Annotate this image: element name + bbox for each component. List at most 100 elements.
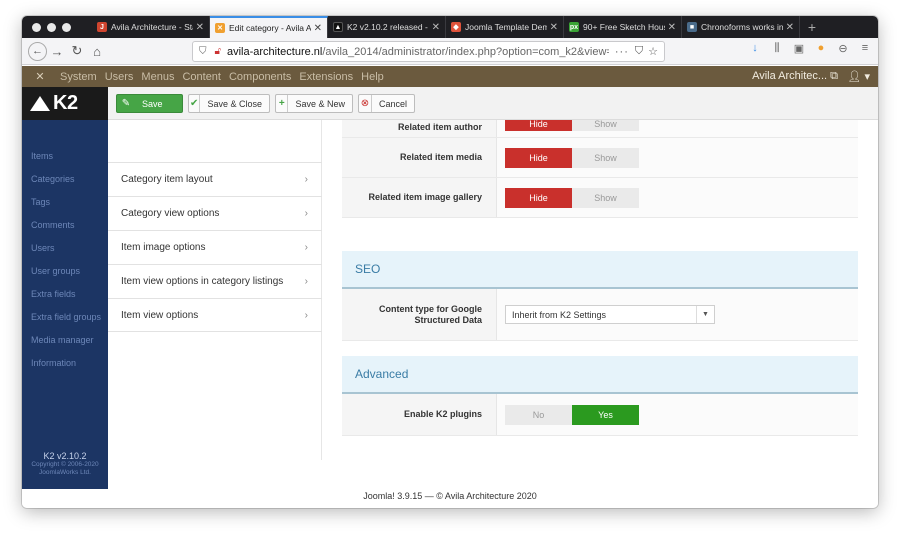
option-label: Related item author: [397, 122, 482, 132]
browser-tab[interactable]: px 90+ Free Sketch House ✕: [564, 16, 682, 38]
sidebar-item-extra-fields[interactable]: Extra fields: [22, 282, 108, 305]
home-button[interactable]: ⌂: [87, 41, 107, 61]
browser-tab[interactable]: J Avila Architecture - Sta ✕: [92, 16, 210, 38]
account-icon[interactable]: ⊖: [836, 42, 850, 55]
option-label-line: Structured Data: [414, 314, 482, 325]
show-button[interactable]: Show: [572, 147, 639, 168]
show-button[interactable]: Show: [572, 187, 639, 208]
cancel-label: Cancel: [378, 98, 407, 109]
close-tab-icon[interactable]: ✕: [314, 23, 322, 34]
extension-icon[interactable]: ●: [814, 42, 828, 55]
browser-window: J Avila Architecture - Sta ✕ ✕ Edit cate…: [22, 16, 878, 508]
favicon-icon: ✕: [215, 23, 225, 33]
site-name: Avila Architec...: [752, 70, 828, 82]
hide-button[interactable]: Hide: [505, 187, 572, 208]
browser-tab[interactable]: ◆ Joomla Template Demo ✕: [446, 16, 564, 38]
pocket-icon[interactable]: ⛉: [635, 45, 643, 58]
sidebar-item-media-manager[interactable]: Media manager: [22, 328, 108, 351]
close-tab-icon[interactable]: ✕: [550, 22, 558, 33]
option-label: Enable K2 plugins: [403, 409, 482, 419]
save-close-label: Save & Close: [207, 98, 262, 109]
insecure-lock-icon[interactable]: 🔓︎: [215, 46, 221, 57]
hide-button[interactable]: Hide: [505, 147, 572, 168]
select-value: Inherit from K2 Settings: [512, 309, 607, 320]
zoom-window-button[interactable]: [62, 22, 71, 32]
favicon-icon: ■: [687, 22, 697, 32]
site-link[interactable]: Avila Architec... ⧉: [752, 70, 838, 83]
tab-title: 90+ Free Sketch House: [583, 22, 665, 32]
minimize-window-button[interactable]: [47, 22, 56, 32]
reload-button[interactable]: ↻: [67, 41, 87, 61]
downloads-icon[interactable]: ↓: [748, 42, 762, 55]
save-close-button[interactable]: ✔ Save & Close: [188, 94, 270, 113]
user-icon[interactable]: 👤︎ ▾: [847, 70, 870, 83]
close-tab-icon[interactable]: ✕: [432, 22, 440, 33]
version-info: K2 v2.10.2 Copyright © 2006-2020 JoomlaW…: [22, 451, 108, 477]
main-content: Category item layout › Category view opti…: [108, 120, 878, 489]
browser-tab[interactable]: ■ Chronoforms works in ✕: [682, 16, 800, 38]
joomla-logo-icon[interactable]: ✕: [28, 70, 52, 83]
sidebar-item-information[interactable]: Information: [22, 351, 108, 374]
close-window-button[interactable]: [32, 22, 41, 32]
no-button[interactable]: No: [505, 404, 572, 425]
option-label: Related item image gallery: [368, 192, 482, 202]
save-new-button[interactable]: + Save & New: [275, 94, 353, 113]
sidebar-item-tags[interactable]: Tags: [22, 190, 108, 213]
menu-item-content[interactable]: Content: [182, 71, 221, 83]
library-icon[interactable]: ⫼: [770, 42, 784, 55]
close-tab-icon[interactable]: ✕: [786, 22, 794, 33]
browser-tab-active[interactable]: ✕ Edit category - Avila Ar ✕: [210, 16, 328, 38]
edit-icon: ✎: [121, 98, 131, 109]
hide-button[interactable]: Hide: [505, 120, 572, 131]
nav-item-view-options[interactable]: Item view options ›: [108, 298, 322, 332]
menu-item-system[interactable]: System: [60, 71, 97, 83]
option-enable-plugins: Enable K2 plugins No Yes: [342, 394, 858, 436]
menu-icon[interactable]: ≡: [858, 42, 872, 55]
yes-button[interactable]: Yes: [572, 404, 639, 425]
company-link[interactable]: JoomlaWorks Ltd.: [22, 469, 108, 477]
advanced-panel: Advanced Enable K2 plugins No Yes: [342, 356, 858, 436]
sidebar-item-categories[interactable]: Categories: [22, 167, 108, 190]
new-tab-button[interactable]: +: [800, 16, 824, 38]
sidebar-item-items[interactable]: Items: [22, 144, 108, 167]
save-button[interactable]: ✎ Save: [116, 94, 183, 113]
close-tab-icon[interactable]: ✕: [196, 22, 204, 33]
menu-item-help[interactable]: Help: [361, 71, 384, 83]
menu-item-components[interactable]: Components: [229, 71, 291, 83]
k2-sidebar: Items Categories Tags Comments Users Use…: [22, 120, 108, 489]
sidebar-item-user-groups[interactable]: User groups: [22, 259, 108, 282]
sidebar-item-users[interactable]: Users: [22, 236, 108, 259]
menu-item-users[interactable]: Users: [105, 71, 134, 83]
sidebar-item-extra-field-groups[interactable]: Extra field groups: [22, 305, 108, 328]
nav-category-item-layout[interactable]: Category item layout ›: [108, 162, 322, 196]
content-type-select[interactable]: Inherit from K2 Settings ▼: [505, 305, 715, 324]
favicon-icon: ▲: [333, 22, 343, 32]
tab-title: Chronoforms works in: [701, 22, 783, 32]
k2-brand-text: K2: [53, 92, 78, 114]
menu-item-extensions[interactable]: Extensions: [299, 71, 353, 83]
nav-item-image-options[interactable]: Item image options ›: [108, 230, 322, 264]
cancel-button[interactable]: ⊗ Cancel: [358, 94, 415, 113]
plus-icon: +: [276, 95, 289, 112]
back-button[interactable]: ←: [28, 41, 47, 61]
nav-category-view-options[interactable]: Category view options ›: [108, 196, 322, 230]
sidebar-item-comments[interactable]: Comments: [22, 213, 108, 236]
advanced-section-header: Advanced: [342, 356, 858, 394]
forward-button[interactable]: →: [47, 41, 67, 61]
tab-title: K2 v2.10.2 released - n: [347, 22, 429, 32]
shield-icon[interactable]: ⛉: [199, 46, 207, 57]
option-related-gallery: Related item image gallery Hide Show: [342, 178, 858, 218]
sidebar-toggle-icon[interactable]: ▣: [792, 42, 806, 55]
nav-label: Item image options: [121, 242, 206, 253]
menu-item-menus[interactable]: Menus: [141, 71, 174, 83]
bookmark-star-icon[interactable]: ☆: [648, 45, 658, 58]
url-bar[interactable]: ⛉ 🔓︎ avila-architecture.nl /avila_2014/a…: [192, 41, 665, 62]
show-button[interactable]: Show: [572, 120, 639, 131]
cancel-icon: ⊗: [359, 95, 372, 112]
close-tab-icon[interactable]: ✕: [668, 22, 676, 33]
page-actions-icon[interactable]: ···: [615, 46, 629, 58]
browser-tab[interactable]: ▲ K2 v2.10.2 released - n ✕: [328, 16, 446, 38]
nav-item-view-options-category[interactable]: Item view options in category listings ›: [108, 264, 322, 298]
version-label[interactable]: K2 v2.10.2: [22, 451, 108, 461]
option-label-line: Content type for Google: [379, 303, 482, 314]
